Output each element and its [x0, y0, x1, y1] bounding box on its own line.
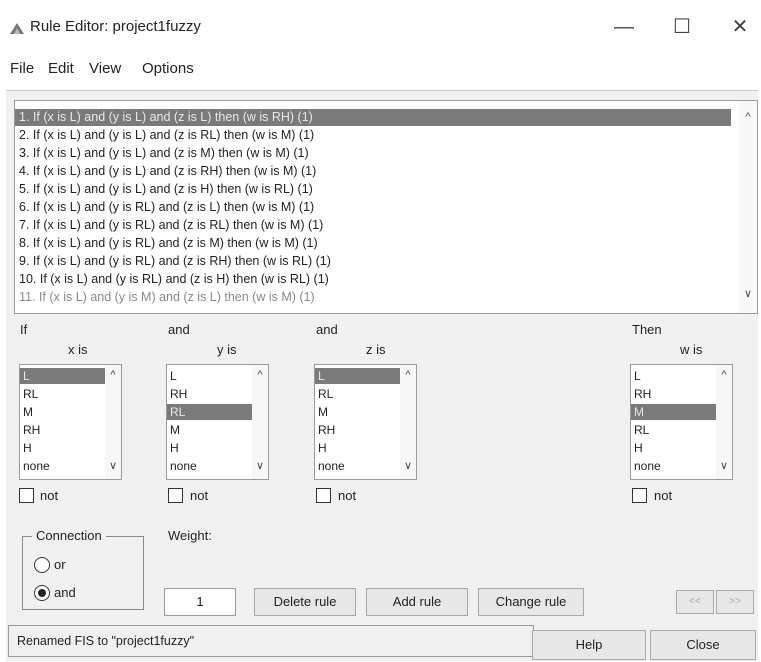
minimize-button[interactable]: — [604, 10, 644, 44]
then-label: Then [632, 322, 662, 337]
scroll-down-icon[interactable]: ∨ [400, 459, 416, 472]
z-listbox-scrollbar[interactable]: ^ ∨ [400, 365, 416, 479]
x-option-4[interactable]: RH [23, 422, 101, 438]
z-listbox[interactable]: L RL M RH H none ^ ∨ [314, 364, 417, 480]
menu-edit[interactable]: Edit [48, 60, 74, 77]
z-option-4[interactable]: RH [318, 422, 396, 438]
change-rule-button[interactable]: Change rule [478, 588, 584, 616]
rule-item-6[interactable]: 6. If (x is L) and (y is RL) and (z is L… [19, 199, 314, 216]
z-is-label: z is [366, 342, 386, 357]
w-option-2[interactable]: RH [634, 386, 712, 402]
delete-rule-button[interactable]: Delete rule [254, 588, 356, 616]
z-option-6[interactable]: none [318, 458, 396, 474]
x-listbox-scrollbar[interactable]: ^ ∨ [105, 365, 121, 479]
help-button[interactable]: Help [532, 630, 646, 660]
rule-item-2[interactable]: 2. If (x is L) and (y is L) and (z is RL… [19, 127, 314, 144]
rule-list-scrollbar[interactable]: ^ ∨ [739, 101, 757, 313]
scroll-down-icon[interactable]: ∨ [105, 459, 121, 472]
y-is-label: y is [217, 342, 237, 357]
scroll-up-icon[interactable]: ^ [400, 369, 416, 381]
scroll-down-icon[interactable]: ∨ [739, 287, 757, 300]
rule-item-5[interactable]: 5. If (x is L) and (y is L) and (z is H)… [19, 181, 313, 198]
x-not-label: not [40, 488, 59, 503]
y-option-5[interactable]: H [170, 440, 248, 456]
or-radio[interactable] [34, 557, 50, 573]
scroll-up-icon[interactable]: ^ [739, 111, 757, 123]
y-option-3[interactable]: RL [167, 404, 252, 420]
x-listbox[interactable]: L RL M RH H none ^ ∨ [19, 364, 122, 480]
maximize-button[interactable]: ☐ [662, 10, 702, 44]
radio-selected-dot [38, 589, 46, 597]
scroll-down-icon[interactable]: ∨ [252, 459, 268, 472]
scroll-up-icon[interactable]: ^ [105, 369, 121, 381]
w-not-label: not [654, 488, 673, 503]
add-rule-button[interactable]: Add rule [366, 588, 468, 616]
y-option-4[interactable]: M [170, 422, 248, 438]
y-not-checkbox[interactable] [168, 488, 183, 503]
next-button[interactable]: >> [716, 590, 754, 614]
weight-label: Weight: [168, 528, 212, 543]
w-listbox[interactable]: L RH M RL H none ^ ∨ [630, 364, 733, 480]
scroll-down-icon[interactable]: ∨ [716, 459, 732, 472]
weight-input[interactable]: 1 [164, 588, 236, 616]
and-label-z: and [316, 322, 338, 337]
or-label: or [54, 557, 66, 572]
status-bar: Renamed FIS to "project1fuzzy" [8, 625, 534, 657]
x-option-1[interactable]: L [20, 368, 105, 384]
z-not-label: not [338, 488, 357, 503]
rule-item-3[interactable]: 3. If (x is L) and (y is L) and (z is M)… [19, 145, 309, 162]
y-option-2[interactable]: RH [170, 386, 248, 402]
rule-item-8[interactable]: 8. If (x is L) and (y is RL) and (z is M… [19, 235, 318, 252]
w-not-checkbox[interactable] [632, 488, 647, 503]
x-option-2[interactable]: RL [23, 386, 101, 402]
z-option-3[interactable]: M [318, 404, 396, 420]
z-option-2[interactable]: RL [318, 386, 396, 402]
rule-item-1[interactable]: 1. If (x is L) and (y is L) and (z is L)… [15, 109, 731, 126]
x-not-checkbox[interactable] [19, 488, 34, 503]
x-option-5[interactable]: H [23, 440, 101, 456]
and-radio[interactable] [34, 585, 50, 601]
rule-item-10[interactable]: 10. If (x is L) and (y is RL) and (z is … [19, 271, 329, 288]
x-is-label: x is [68, 342, 88, 357]
rule-item-4[interactable]: 4. If (x is L) and (y is L) and (z is RH… [19, 163, 316, 180]
close-button[interactable]: Close [650, 630, 756, 660]
if-label: If [20, 322, 28, 337]
w-option-1[interactable]: L [634, 368, 712, 384]
close-window-button[interactable]: ✕ [720, 10, 760, 44]
x-option-6[interactable]: none [23, 458, 101, 474]
scroll-up-icon[interactable]: ^ [252, 369, 268, 381]
z-option-5[interactable]: H [318, 440, 396, 456]
w-listbox-scrollbar[interactable]: ^ ∨ [716, 365, 732, 479]
menu-options[interactable]: Options [142, 60, 194, 77]
y-not-label: not [190, 488, 209, 503]
w-option-4[interactable]: RL [634, 422, 712, 438]
rule-item-11[interactable]: 11. If (x is L) and (y is M) and (z is L… [19, 289, 315, 306]
scroll-up-icon[interactable]: ^ [716, 369, 732, 381]
and-label-y: and [168, 322, 190, 337]
and-label: and [54, 585, 76, 600]
w-option-6[interactable]: none [634, 458, 712, 474]
window-title: Rule Editor: project1fuzzy [30, 18, 201, 35]
matlab-app-icon [10, 23, 24, 34]
rule-list[interactable]: 1. If (x is L) and (y is L) and (z is L)… [14, 100, 758, 314]
z-not-checkbox[interactable] [316, 488, 331, 503]
z-option-1[interactable]: L [315, 368, 400, 384]
w-option-3[interactable]: M [631, 404, 716, 420]
menu-file[interactable]: File [10, 60, 34, 77]
menu-view[interactable]: View [89, 60, 121, 77]
prev-button[interactable]: << [676, 590, 714, 614]
x-option-3[interactable]: M [23, 404, 101, 420]
rule-item-9[interactable]: 9. If (x is L) and (y is RL) and (z is R… [19, 253, 331, 270]
connection-label: Connection [32, 528, 106, 543]
w-option-5[interactable]: H [634, 440, 712, 456]
w-is-label: w is [680, 342, 703, 357]
y-listbox[interactable]: L RH RL M H none ^ ∨ [166, 364, 269, 480]
y-option-1[interactable]: L [170, 368, 248, 384]
y-listbox-scrollbar[interactable]: ^ ∨ [252, 365, 268, 479]
rule-item-7[interactable]: 7. If (x is L) and (y is RL) and (z is R… [19, 217, 323, 234]
y-option-6[interactable]: none [170, 458, 248, 474]
